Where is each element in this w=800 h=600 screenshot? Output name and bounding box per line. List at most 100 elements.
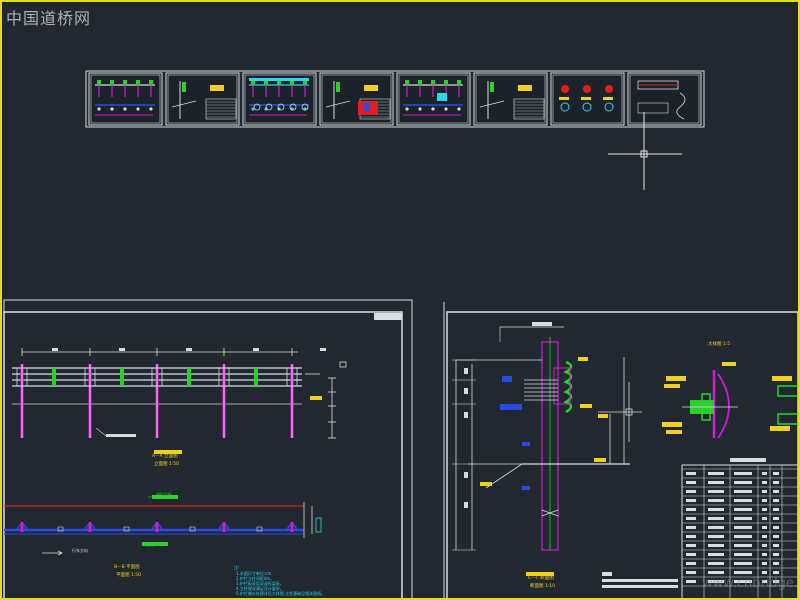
thumb-label [518,85,532,91]
thumb-bolt [149,80,153,85]
layout-thumbnail-1[interactable] [88,72,163,126]
site-watermark: 中国道桥网 [6,9,92,28]
table-cell-text [708,571,724,574]
table-cell-text [708,472,724,475]
thumb-marker [418,107,422,111]
layout-thumbnail-3[interactable] [242,72,317,126]
table-cell-text [708,508,724,511]
dimension-text-mark [532,322,552,326]
thumb-fill [249,78,309,81]
cad-drawing-viewport[interactable]: A—A 立面图 立面图 1:50 B—B 平面图 平面图 1:50 波形梁板 立… [0,0,800,600]
guardrail-plan-view [4,495,322,556]
notes-title: 注: [234,564,239,570]
layout-thumbnail-strip [85,70,705,128]
table-cell-text [773,553,779,556]
note-mark [602,585,678,588]
table-cell-text [708,544,724,547]
table-cell-text [762,553,767,556]
table-cell-text [734,508,752,511]
detail-label [664,384,680,388]
left-drawing-sheet [3,299,413,598]
dimension-text-mark [119,348,125,351]
guardrail-cross-section [452,322,642,576]
detail-label [770,426,790,431]
thumb-bolt [431,80,435,85]
splice-plate [120,368,124,386]
thumb-beam [182,82,186,92]
plan-post [155,522,159,532]
table-cell-text [734,535,752,538]
detail-label [722,362,736,366]
table-cell-text [762,508,767,511]
table-cell-text [734,490,752,493]
section-title: C—C 断面图 [528,574,554,581]
table-cell-text [734,553,752,556]
table-cell-text [686,571,696,574]
table-cell-text [686,472,696,475]
callout-post: 立柱 [146,541,154,547]
detail-beam-arc [717,373,730,439]
label-yellow [580,404,592,408]
thumb-marker [149,107,153,111]
elevation-scale: 立面图 1:50 [154,460,179,467]
table-cell-text [773,508,779,511]
table-cell-text [773,562,779,565]
callout-beam: 波形梁板 [156,491,172,497]
layout-thumbnail-6[interactable] [473,72,548,126]
detail-label [666,430,682,434]
dimension-text-mark [186,348,192,351]
layout-thumbnail-8[interactable] [627,72,702,126]
cad-model-space[interactable]: A—A 立面图 立面图 1:50 B—B 平面图 平面图 1:50 波形梁板 立… [2,2,798,598]
callout-leader [95,427,107,437]
thumb-label [210,85,224,91]
vertical-dimension-text [464,388,468,394]
thumb-label [581,97,591,100]
thumb-label [364,85,378,91]
table-cell-text [686,481,696,484]
table-cell-text [686,544,696,547]
vertical-dimension-text [464,502,468,508]
table-cell-text [762,571,767,574]
thumb-marker [405,107,409,111]
layout-thumbnail-5[interactable] [396,72,471,126]
table-cell-text [708,562,724,565]
thumb-marker [110,107,114,111]
vertical-dimension-text [464,472,468,478]
table-cell-text [773,499,779,502]
traffic-arrow [42,550,63,556]
dimension-text-mark [52,348,58,351]
label-yellow [594,458,606,462]
thumb-label [603,97,613,100]
table-cell-text [773,544,779,547]
table-cell-text [762,499,767,502]
table-cell-text [708,499,724,502]
thumb-marker [97,107,101,111]
table-cell-text [686,490,696,493]
plan-scale: 平面图 1:50 [116,572,141,578]
table-cell-text [773,526,779,529]
detail-partial [777,413,798,425]
thumb-detail-circle [583,85,591,93]
table-cell-text [762,544,767,547]
callout-traffic: 行车方向 [72,547,88,553]
thumb-marker [136,107,140,111]
vertical-dimension-text [464,368,468,374]
thumb-fill [437,93,447,101]
layout-thumbnail-4[interactable] [319,72,394,126]
table-cell-text [686,562,696,565]
callout-text-mark [106,434,136,437]
table-cell-text [762,526,767,529]
url-watermark: www.cnbridge.cn [702,576,798,591]
guardrail-elevation-view [12,348,347,454]
plan-title: B—B 平面图 [114,564,140,570]
table-cell-text [708,481,724,484]
table-cell-text [734,517,752,520]
layout-thumbnail-2[interactable] [165,72,240,126]
table-cell-text [708,535,724,538]
table-cell-text [762,517,767,520]
thumb-bolt [405,80,409,85]
layout-thumbnail-7[interactable] [550,72,625,126]
thumb-bolt [97,80,101,85]
detail-partial [777,385,798,397]
thumb-marker [431,107,435,111]
